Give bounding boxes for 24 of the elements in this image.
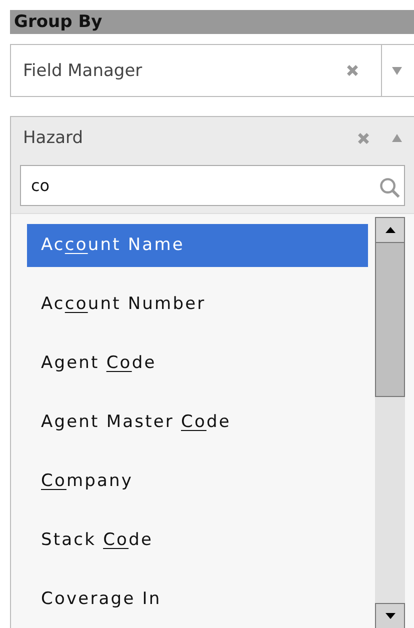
group-by-dropdown[interactable]: Field Manager [10, 44, 414, 97]
section-title: Group By [10, 10, 414, 34]
scrollbar[interactable] [375, 217, 405, 628]
search-field[interactable]: co [20, 165, 405, 206]
dropdown-header[interactable]: Hazard [11, 117, 414, 160]
search-icon[interactable] [379, 177, 401, 200]
clear-icon[interactable] [346, 64, 359, 77]
caret-up-icon [384, 227, 396, 233]
scroll-thumb[interactable] [375, 243, 405, 397]
list-option[interactable]: Agent Master Co de [27, 401, 368, 444]
caret-down-icon[interactable] [392, 66, 402, 74]
dropdown-value: Hazard [22, 128, 84, 148]
scroll-down-button[interactable] [375, 603, 405, 628]
list-option[interactable]: Agent Code [27, 342, 368, 385]
list-option[interactable]: Acco unt Name [27, 224, 368, 267]
clear-icon[interactable] [357, 132, 370, 145]
list-option[interactable]: Coverage In [27, 578, 368, 621]
caret-down-icon [384, 613, 396, 619]
list-option[interactable]: Co mpany [27, 460, 368, 503]
dropdown-value: Field Manager [22, 60, 144, 80]
list-option[interactable]: Acco unt Number [27, 283, 368, 326]
list-option[interactable]: Stack Co de [27, 519, 368, 562]
scroll-up-button[interactable] [375, 217, 405, 243]
caret-up-icon[interactable] [392, 134, 402, 142]
